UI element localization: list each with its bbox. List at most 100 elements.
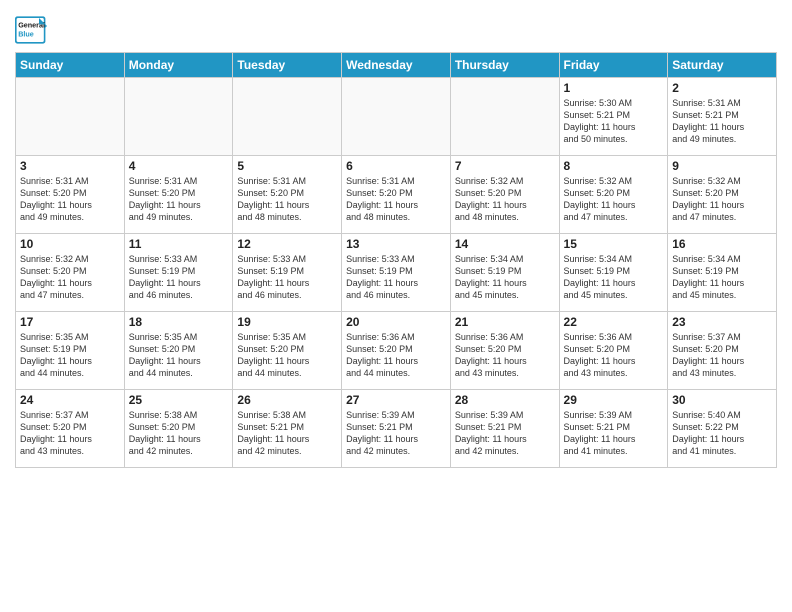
day-number: 11 — [129, 237, 229, 251]
calendar-cell: 6 Sunrise: 5:31 AM Sunset: 5:20 PM Daylig… — [342, 156, 451, 234]
calendar-cell: 22 Sunrise: 5:36 AM Sunset: 5:20 PM Dayli… — [559, 312, 668, 390]
weekday-header-friday: Friday — [559, 53, 668, 78]
day-info: Sunrise: 5:31 AM Sunset: 5:20 PM Dayligh… — [237, 175, 337, 224]
day-number: 6 — [346, 159, 446, 173]
day-info: Sunrise: 5:35 AM Sunset: 5:19 PM Dayligh… — [20, 331, 120, 380]
day-number: 4 — [129, 159, 229, 173]
page-header: General Blue — [15, 10, 777, 44]
calendar-cell: 5 Sunrise: 5:31 AM Sunset: 5:20 PM Daylig… — [233, 156, 342, 234]
day-info: Sunrise: 5:32 AM Sunset: 5:20 PM Dayligh… — [564, 175, 664, 224]
calendar-cell: 2 Sunrise: 5:31 AM Sunset: 5:21 PM Daylig… — [668, 78, 777, 156]
calendar-cell: 23 Sunrise: 5:37 AM Sunset: 5:20 PM Dayli… — [668, 312, 777, 390]
day-info: Sunrise: 5:33 AM Sunset: 5:19 PM Dayligh… — [346, 253, 446, 302]
day-info: Sunrise: 5:40 AM Sunset: 5:22 PM Dayligh… — [672, 409, 772, 458]
calendar-cell: 8 Sunrise: 5:32 AM Sunset: 5:20 PM Daylig… — [559, 156, 668, 234]
day-info: Sunrise: 5:31 AM Sunset: 5:21 PM Dayligh… — [672, 97, 772, 146]
day-number: 13 — [346, 237, 446, 251]
day-number: 19 — [237, 315, 337, 329]
day-number: 2 — [672, 81, 772, 95]
day-info: Sunrise: 5:36 AM Sunset: 5:20 PM Dayligh… — [455, 331, 555, 380]
day-info: Sunrise: 5:38 AM Sunset: 5:20 PM Dayligh… — [129, 409, 229, 458]
day-info: Sunrise: 5:35 AM Sunset: 5:20 PM Dayligh… — [129, 331, 229, 380]
day-info: Sunrise: 5:39 AM Sunset: 5:21 PM Dayligh… — [346, 409, 446, 458]
day-number: 3 — [20, 159, 120, 173]
day-info: Sunrise: 5:37 AM Sunset: 5:20 PM Dayligh… — [672, 331, 772, 380]
calendar-cell: 29 Sunrise: 5:39 AM Sunset: 5:21 PM Dayli… — [559, 390, 668, 468]
weekday-header-saturday: Saturday — [668, 53, 777, 78]
week-row-5: 24 Sunrise: 5:37 AM Sunset: 5:20 PM Dayli… — [16, 390, 777, 468]
day-number: 25 — [129, 393, 229, 407]
calendar-cell: 20Sunrise: 5:36 AM Sunset: 5:20 PM Dayli… — [342, 312, 451, 390]
calendar-cell: 26Sunrise: 5:38 AM Sunset: 5:21 PM Dayli… — [233, 390, 342, 468]
day-number: 21 — [455, 315, 555, 329]
logo-icon: General Blue — [15, 16, 47, 44]
calendar-cell: 4Sunrise: 5:31 AM Sunset: 5:20 PM Daylig… — [124, 156, 233, 234]
day-info: Sunrise: 5:34 AM Sunset: 5:19 PM Dayligh… — [455, 253, 555, 302]
day-number: 28 — [455, 393, 555, 407]
weekday-header-sunday: Sunday — [16, 53, 125, 78]
calendar-cell: 15Sunrise: 5:34 AM Sunset: 5:19 PM Dayli… — [559, 234, 668, 312]
day-info: Sunrise: 5:32 AM Sunset: 5:20 PM Dayligh… — [455, 175, 555, 224]
day-info: Sunrise: 5:32 AM Sunset: 5:20 PM Dayligh… — [672, 175, 772, 224]
calendar-cell: 1 Sunrise: 5:30 AM Sunset: 5:21 PM Daylig… — [559, 78, 668, 156]
weekday-header-wednesday: Wednesday — [342, 53, 451, 78]
calendar-cell: 17 Sunrise: 5:35 AM Sunset: 5:19 PM Dayli… — [16, 312, 125, 390]
day-info: Sunrise: 5:33 AM Sunset: 5:19 PM Dayligh… — [129, 253, 229, 302]
weekday-header-monday: Monday — [124, 53, 233, 78]
calendar-cell: 28 Sunrise: 5:39 AM Sunset: 5:21 PM Dayli… — [450, 390, 559, 468]
calendar-cell: 21 Sunrise: 5:36 AM Sunset: 5:20 PM Dayli… — [450, 312, 559, 390]
calendar-cell — [450, 78, 559, 156]
day-number: 8 — [564, 159, 664, 173]
calendar-cell: 3 Sunrise: 5:31 AM Sunset: 5:20 PM Daylig… — [16, 156, 125, 234]
day-info: Sunrise: 5:39 AM Sunset: 5:21 PM Dayligh… — [455, 409, 555, 458]
calendar-cell: 13 Sunrise: 5:33 AM Sunset: 5:19 PM Dayli… — [342, 234, 451, 312]
calendar-cell — [16, 78, 125, 156]
week-row-4: 17 Sunrise: 5:35 AM Sunset: 5:19 PM Dayli… — [16, 312, 777, 390]
day-number: 7 — [455, 159, 555, 173]
logo: General Blue — [15, 16, 47, 44]
calendar-cell: 7 Sunrise: 5:32 AM Sunset: 5:20 PM Daylig… — [450, 156, 559, 234]
day-info: Sunrise: 5:37 AM Sunset: 5:20 PM Dayligh… — [20, 409, 120, 458]
day-number: 27 — [346, 393, 446, 407]
day-info: Sunrise: 5:36 AM Sunset: 5:20 PM Dayligh… — [346, 331, 446, 380]
calendar-cell: 30 Sunrise: 5:40 AM Sunset: 5:22 PM Dayli… — [668, 390, 777, 468]
svg-text:Blue: Blue — [18, 29, 34, 38]
day-number: 23 — [672, 315, 772, 329]
day-info: Sunrise: 5:32 AM Sunset: 5:20 PM Dayligh… — [20, 253, 120, 302]
day-number: 30 — [672, 393, 772, 407]
day-number: 24 — [20, 393, 120, 407]
day-number: 12 — [237, 237, 337, 251]
calendar-cell: 11 Sunrise: 5:33 AM Sunset: 5:19 PM Dayli… — [124, 234, 233, 312]
day-number: 1 — [564, 81, 664, 95]
day-info: Sunrise: 5:35 AM Sunset: 5:20 PM Dayligh… — [237, 331, 337, 380]
day-number: 29 — [564, 393, 664, 407]
day-number: 26 — [237, 393, 337, 407]
day-number: 15 — [564, 237, 664, 251]
day-info: Sunrise: 5:30 AM Sunset: 5:21 PM Dayligh… — [564, 97, 664, 146]
week-row-3: 10 Sunrise: 5:32 AM Sunset: 5:20 PM Dayli… — [16, 234, 777, 312]
day-number: 22 — [564, 315, 664, 329]
day-number: 17 — [20, 315, 120, 329]
day-number: 16 — [672, 237, 772, 251]
calendar-table: SundayMondayTuesdayWednesdayThursdayFrid… — [15, 52, 777, 468]
day-info: Sunrise: 5:31 AM Sunset: 5:20 PM Dayligh… — [346, 175, 446, 224]
calendar-cell: 10 Sunrise: 5:32 AM Sunset: 5:20 PM Dayli… — [16, 234, 125, 312]
day-number: 14 — [455, 237, 555, 251]
calendar-cell — [342, 78, 451, 156]
calendar-cell: 27 Sunrise: 5:39 AM Sunset: 5:21 PM Dayli… — [342, 390, 451, 468]
week-row-2: 3 Sunrise: 5:31 AM Sunset: 5:20 PM Daylig… — [16, 156, 777, 234]
day-info: Sunrise: 5:34 AM Sunset: 5:19 PM Dayligh… — [672, 253, 772, 302]
calendar-cell: 12 Sunrise: 5:33 AM Sunset: 5:19 PM Dayli… — [233, 234, 342, 312]
calendar-cell: 19 Sunrise: 5:35 AM Sunset: 5:20 PM Dayli… — [233, 312, 342, 390]
calendar-cell: 18Sunrise: 5:35 AM Sunset: 5:20 PM Dayli… — [124, 312, 233, 390]
day-info: Sunrise: 5:31 AM Sunset: 5:20 PM Dayligh… — [20, 175, 120, 224]
day-number: 9 — [672, 159, 772, 173]
day-number: 10 — [20, 237, 120, 251]
day-info: Sunrise: 5:33 AM Sunset: 5:19 PM Dayligh… — [237, 253, 337, 302]
calendar-cell — [124, 78, 233, 156]
day-number: 5 — [237, 159, 337, 173]
day-info: Sunrise: 5:36 AM Sunset: 5:20 PM Dayligh… — [564, 331, 664, 380]
day-info: Sunrise: 5:39 AM Sunset: 5:21 PM Dayligh… — [564, 409, 664, 458]
weekday-header-thursday: Thursday — [450, 53, 559, 78]
calendar-cell: 25 Sunrise: 5:38 AM Sunset: 5:20 PM Dayli… — [124, 390, 233, 468]
